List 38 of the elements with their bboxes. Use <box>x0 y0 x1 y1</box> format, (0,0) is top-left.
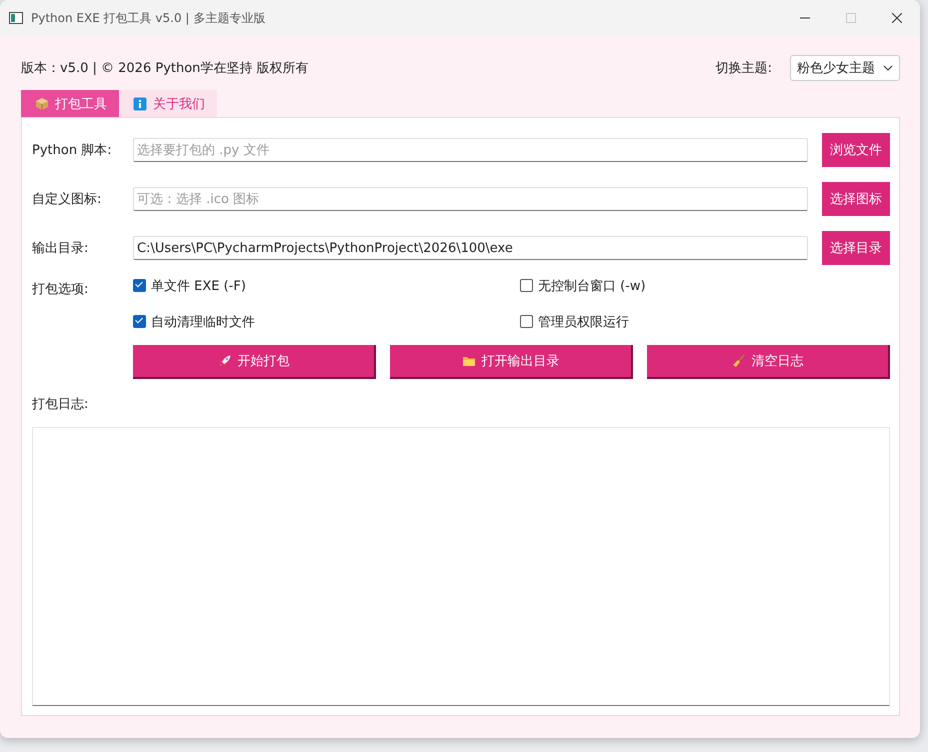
broom-icon <box>732 354 746 368</box>
close-icon <box>892 13 902 23</box>
field-label: Python 脚本: <box>32 142 113 159</box>
tab[interactable]: 关于我们 <box>119 90 217 117</box>
window-title: Python EXE 打包工具 v5.0 | 多主题专业版 <box>31 10 266 26</box>
checkbox-label: 无控制台窗口 (-w) <box>538 278 646 294</box>
checkbox-label: 单文件 EXE (-F) <box>151 278 246 294</box>
checkbox[interactable] <box>520 279 533 292</box>
maximize-icon <box>846 13 856 23</box>
theme-dropdown[interactable]: 粉色少女主题 <box>790 55 900 81</box>
checkbox[interactable] <box>133 279 146 292</box>
action-button[interactable]: 打开输出目录 <box>390 345 633 379</box>
browse-button[interactable]: 浏览文件 <box>822 133 890 167</box>
browse-button[interactable]: 选择图标 <box>822 182 890 216</box>
input-field[interactable]: C:\Users\PC\PycharmProjects\PythonProject\2026\100\exe <box>133 236 808 260</box>
field-label: 自定义图标: <box>32 191 102 208</box>
field-label: 打包选项: <box>32 281 90 299</box>
window-icon <box>9 11 23 25</box>
log-label: 打包日志: <box>32 396 90 413</box>
checkbox[interactable] <box>520 315 533 328</box>
theme-label: 切换主题: <box>716 60 772 77</box>
input-field[interactable]: 可选：选择 .ico 图标 <box>133 187 808 211</box>
box-icon <box>35 96 49 110</box>
checkbox[interactable] <box>133 315 146 328</box>
browse-button[interactable]: 选择目录 <box>822 231 890 265</box>
action-button[interactable]: 清空日志 <box>647 345 890 379</box>
info-icon <box>133 96 147 110</box>
minimize-icon <box>800 17 810 19</box>
folder-icon <box>462 354 476 368</box>
input-field[interactable]: 选择要打包的 .py 文件 <box>133 138 808 162</box>
tab[interactable]: 打包工具 <box>21 90 119 117</box>
checkbox-label: 自动清理临时文件 <box>151 314 255 330</box>
rocket-icon <box>218 354 232 368</box>
field-label: 输出目录: <box>32 240 90 257</box>
checkbox-label: 管理员权限运行 <box>538 314 629 330</box>
action-button[interactable]: 开始打包 <box>133 345 376 379</box>
chevron-down-icon <box>883 65 893 71</box>
copyright-text: 版本：v5.0 | © 2026 Python学在坚持 版权所有 <box>21 60 309 77</box>
